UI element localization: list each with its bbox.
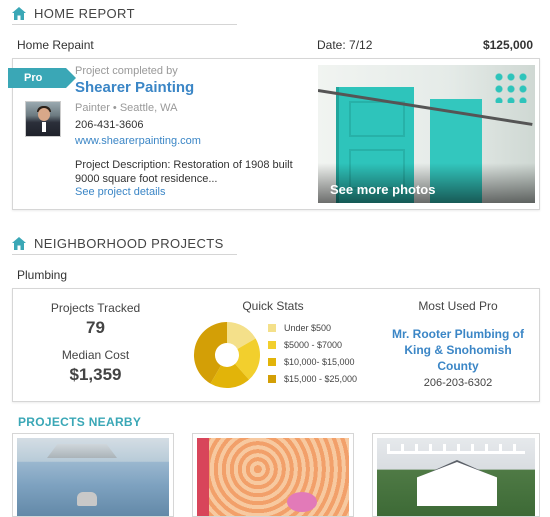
project-description: Project Description: Restoration of 1908… [75, 159, 293, 185]
house-icon [12, 237, 26, 250]
neighborhood-title: NEIGHBORHOOD PROJECTS [34, 236, 224, 251]
home-report-divider [12, 24, 237, 25]
cost-legend: Under $500 $5000 - $7000 $10,000- $15,00… [268, 323, 357, 391]
stats-card: Projects Tracked 79 Median Cost $1,359 Q… [12, 288, 540, 402]
legend-swatch [268, 324, 276, 332]
projects-nearby-title: PROJECTS NEARBY [18, 415, 142, 429]
pro-badge: Pro [8, 68, 76, 88]
house-icon [12, 7, 26, 20]
project-date: Date: 7/12 [317, 38, 373, 52]
home-report-title: HOME REPORT [34, 6, 135, 21]
median-cost-value: $1,359 [69, 365, 122, 384]
neighborhood-divider [12, 254, 237, 255]
nearby-project-thumb-room[interactable] [192, 433, 354, 517]
quick-stats-title: Quick Stats [242, 299, 304, 313]
report-card: Pro Project completed by Shearer Paintin… [8, 58, 540, 210]
most-used-pro-link[interactable]: Mr. Rooter Plumbing of King & Snohomish … [383, 326, 533, 374]
pro-info: Project completed by Shearer Painting Pa… [75, 65, 315, 198]
project-photo[interactable]: See more photos [318, 65, 535, 203]
role-location: Painter • Seattle, WA [75, 102, 178, 114]
projects-tracked-value: 79 [86, 318, 105, 337]
nearby-project-thumb-house[interactable] [372, 433, 540, 517]
project-name: Home Repaint [17, 38, 94, 52]
nearby-project-thumb-kitchen[interactable] [12, 433, 174, 517]
wallpaper-pattern [493, 71, 529, 103]
legend-swatch [268, 375, 276, 383]
legend-item: $10,000- $15,000 [268, 357, 357, 367]
legend-label: $15,000 - $25,000 [284, 374, 358, 384]
report-meta: Home Repaint Date: 7/12 $125,000 [17, 38, 533, 54]
home-report-header: HOME REPORT [12, 6, 135, 21]
website-link[interactable]: www.shearerpainting.com [75, 135, 315, 147]
legend-label: $10,000- $15,000 [284, 357, 355, 367]
most-used-title: Most Used Pro [418, 299, 498, 313]
legend-label: $5000 - $7000 [284, 340, 343, 350]
category-label: Plumbing [17, 268, 68, 282]
median-cost-label: Median Cost [61, 348, 130, 362]
project-price: $125,000 [482, 38, 533, 52]
completed-by-label: Project completed by [75, 65, 178, 77]
company-link[interactable]: Shearer Painting [75, 79, 315, 96]
see-more-photos-button[interactable]: See more photos [330, 182, 435, 197]
see-project-details-link[interactable]: See project details [75, 186, 315, 198]
legend-label: Under $500 [284, 323, 332, 333]
legend-item: $15,000 - $25,000 [268, 374, 357, 384]
legend-swatch [268, 341, 276, 349]
projects-tracked-label: Projects Tracked [50, 301, 141, 315]
tracked-stats: Projects Tracked 79 Median Cost $1,359 [13, 301, 178, 385]
avatar [25, 101, 61, 137]
legend-item: Under $500 [268, 323, 357, 333]
neighborhood-header: NEIGHBORHOOD PROJECTS [12, 236, 224, 251]
cost-donut-chart [193, 321, 261, 389]
pro-phone: 206-431-3606 [75, 119, 144, 131]
legend-swatch [268, 358, 276, 366]
most-used-phone: 206-203-6302 [423, 377, 493, 389]
legend-item: $5000 - $7000 [268, 340, 357, 350]
